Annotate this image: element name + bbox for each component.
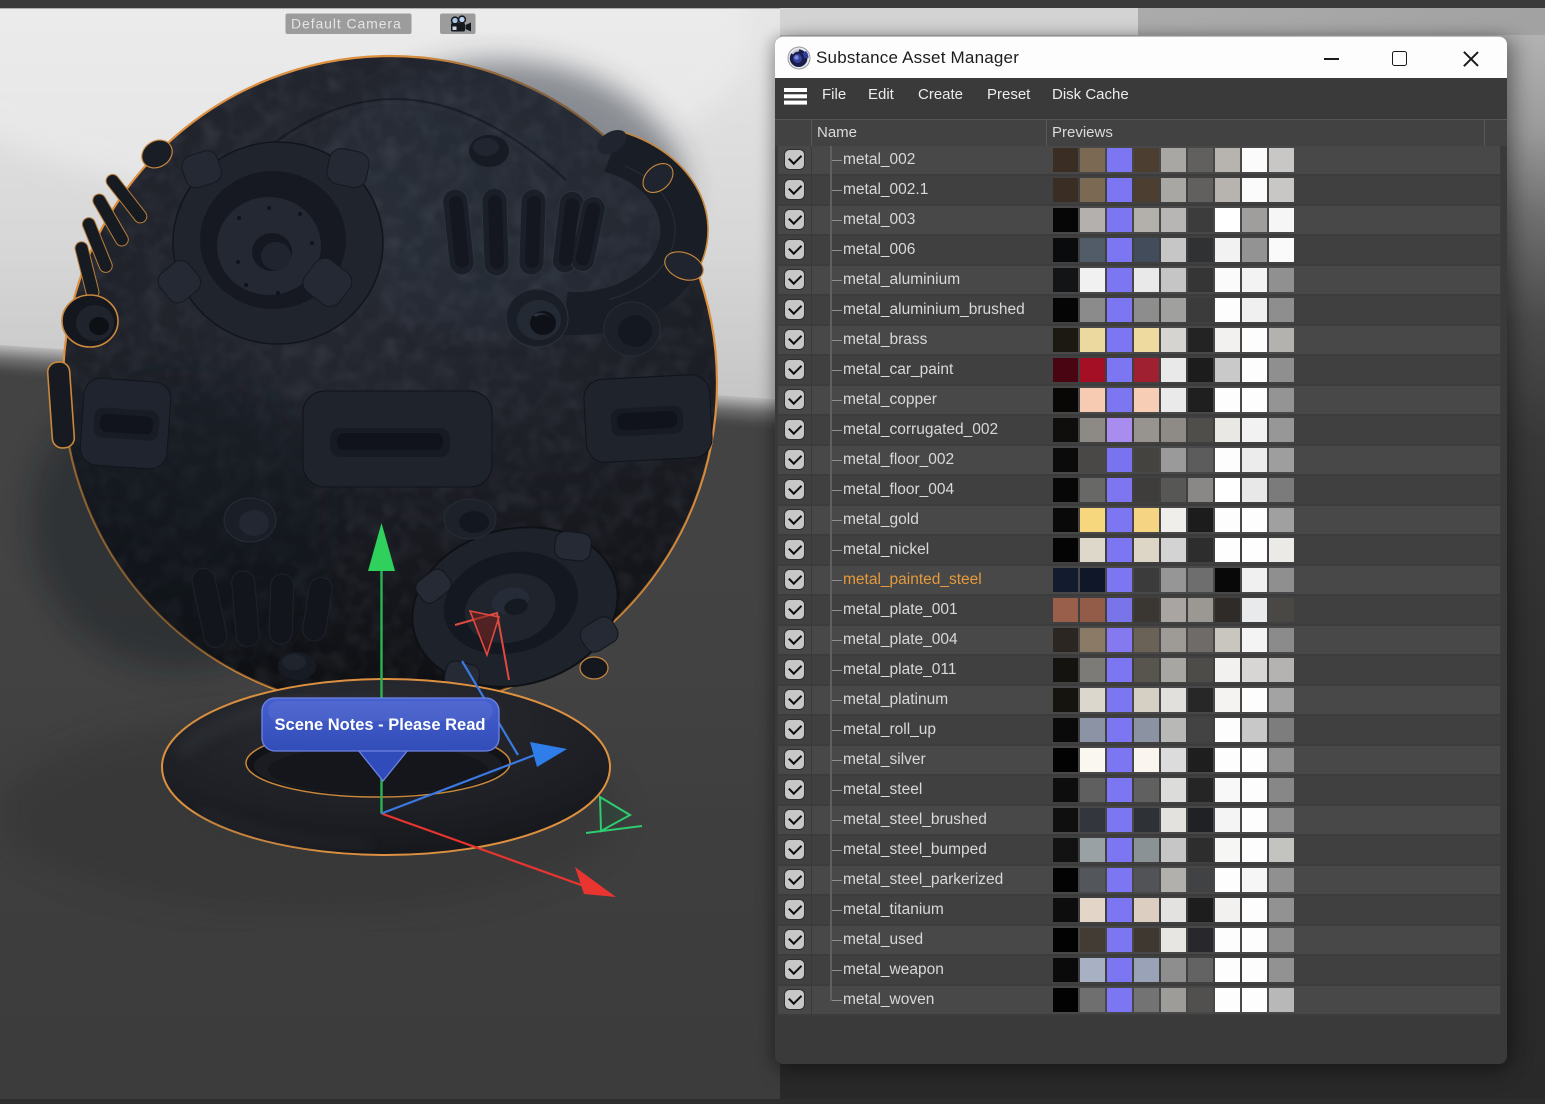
svg-text:Default Camera: Default Camera bbox=[291, 16, 402, 32]
svg-text:Scene Notes - Please Read: Scene Notes - Please Read bbox=[275, 716, 486, 734]
